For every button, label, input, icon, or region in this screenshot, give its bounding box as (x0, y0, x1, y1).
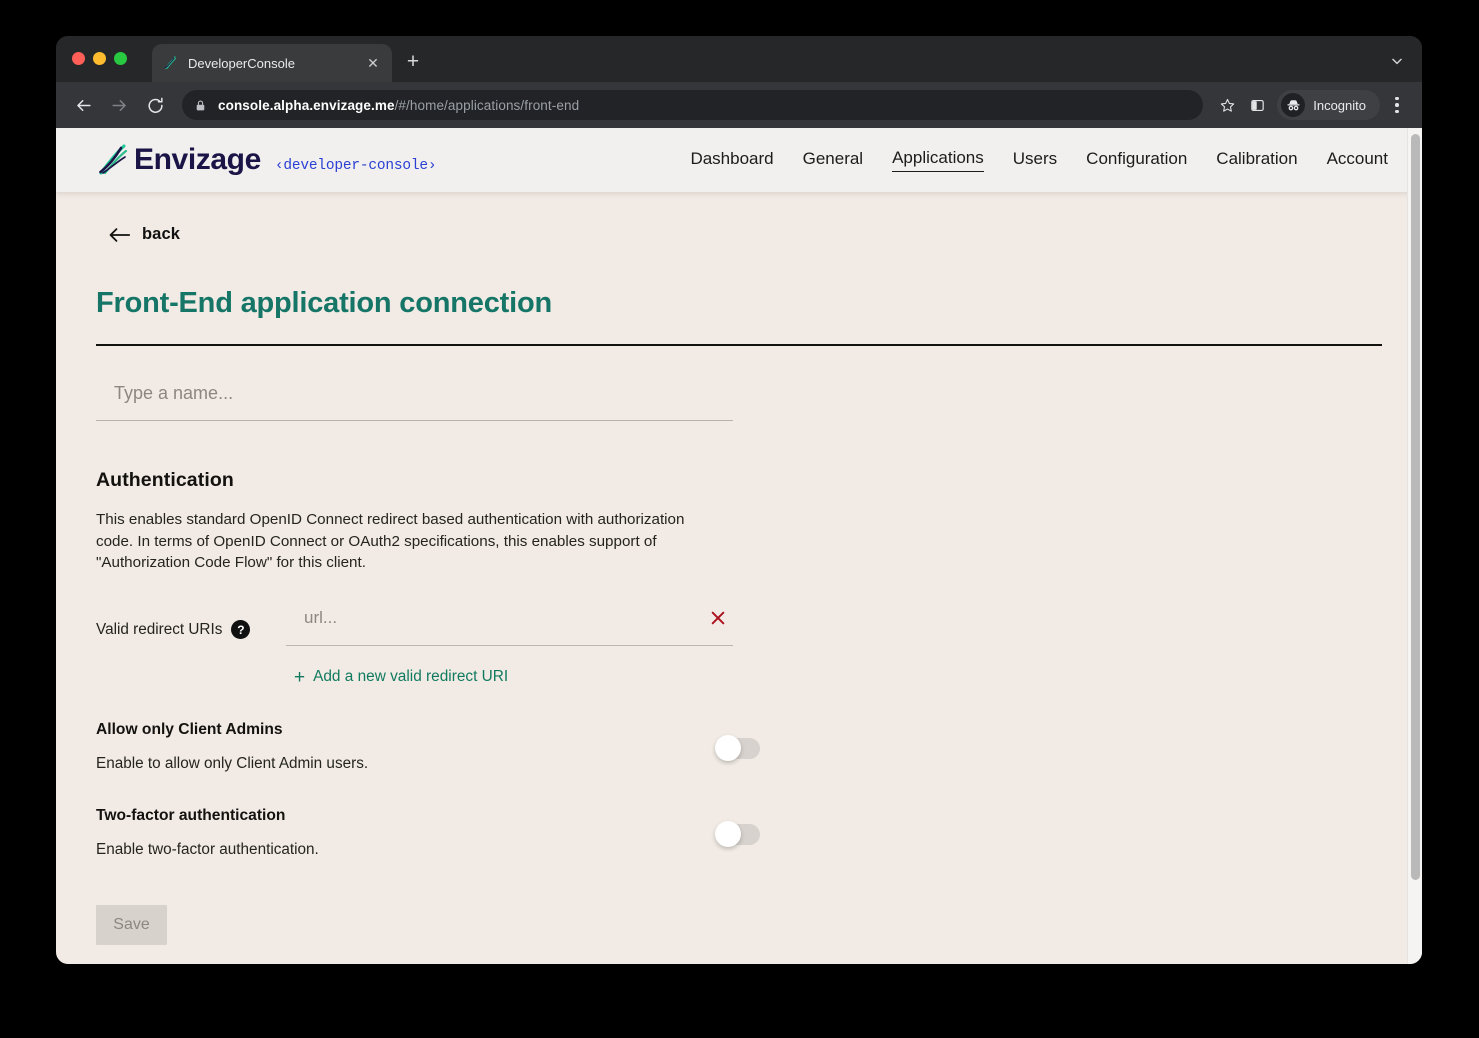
incognito-profile-chip[interactable]: Incognito (1277, 90, 1380, 120)
toggle-knob (715, 821, 741, 847)
client-admins-description: Enable to allow only Client Admin users. (96, 754, 369, 772)
kebab-menu-icon[interactable] (1384, 90, 1410, 120)
url-text: console.alpha.envizage.me/#/home/applica… (218, 98, 579, 113)
nav-item-configuration[interactable]: Configuration (1086, 149, 1187, 172)
client-admins-setting: Allow only Client Admins Enable to allow… (96, 720, 760, 773)
two-factor-toggle[interactable] (715, 821, 760, 847)
close-x-icon[interactable] (707, 607, 729, 629)
nav-item-dashboard[interactable]: Dashboard (690, 149, 773, 172)
browser-toolbar: console.alpha.envizage.me/#/home/applica… (56, 82, 1422, 128)
arrow-left-icon (108, 226, 131, 244)
add-redirect-uri-label: Add a new valid redirect URI (313, 668, 509, 685)
address-bar[interactable]: console.alpha.envizage.me/#/home/applica… (182, 90, 1204, 120)
profile-label: Incognito (1313, 97, 1366, 113)
incognito-icon (1281, 93, 1306, 117)
nav-item-calibration[interactable]: Calibration (1216, 149, 1297, 172)
toggle-knob (715, 735, 741, 761)
browser-forward-button[interactable] (104, 90, 134, 120)
nav-item-general[interactable]: General (803, 149, 863, 172)
chevron-down-icon[interactable] (1386, 50, 1408, 72)
tab-title: DeveloperConsole (188, 55, 295, 71)
browser-window: DeveloperConsole ✕ + console.alpha.enviz… (56, 36, 1422, 964)
minimize-window-button[interactable] (93, 52, 106, 65)
two-factor-setting: Two-factor authentication Enable two-fac… (96, 806, 760, 859)
save-button[interactable]: Save (96, 904, 167, 945)
nav-item-users[interactable]: Users (1013, 149, 1057, 172)
two-factor-description: Enable two-factor authentication. (96, 840, 319, 858)
back-link[interactable]: back (56, 192, 1422, 244)
window-controls (72, 52, 127, 65)
star-icon[interactable] (1213, 91, 1241, 119)
title-divider (96, 344, 1382, 346)
authentication-description: This enables standard OpenID Connect red… (96, 511, 685, 571)
redirect-uri-input[interactable] (304, 607, 707, 628)
brand[interactable]: Envizage ‹developer-console› (96, 143, 437, 177)
side-panel-icon[interactable] (1243, 91, 1271, 119)
new-tab-button[interactable]: + (400, 50, 426, 76)
maximize-window-button[interactable] (114, 52, 127, 65)
page-content: back Front-End application connection Au… (56, 192, 1422, 964)
page-scrollbar[interactable] (1407, 128, 1422, 964)
redirect-uri-label-group: Valid redirect URIs ? (96, 607, 286, 646)
lock-icon (194, 99, 207, 112)
url-path: /#/home/applications/front-end (394, 97, 580, 113)
back-label: back (142, 225, 181, 243)
close-icon[interactable]: ✕ (364, 54, 382, 72)
redirect-uri-row: Valid redirect URIs ? (96, 607, 1422, 646)
authentication-section-title: Authentication (96, 469, 234, 491)
add-redirect-uri-button[interactable]: + Add a new valid redirect URI (294, 668, 1422, 687)
plus-icon: + (294, 666, 306, 688)
name-input[interactable] (114, 383, 733, 404)
main-nav: Dashboard General Applications Users Con… (690, 148, 1422, 172)
browser-back-button[interactable] (68, 90, 98, 120)
two-factor-title: Two-factor authentication (96, 806, 286, 824)
client-admins-toggle[interactable] (715, 735, 760, 761)
application-name-field[interactable] (96, 383, 733, 421)
scrollbar-thumb[interactable] (1411, 134, 1420, 880)
page-title: Front-End application connection (96, 287, 552, 319)
browser-tab[interactable]: DeveloperConsole ✕ (152, 44, 392, 82)
url-host: console.alpha.envizage.me (218, 97, 395, 113)
envizage-leaf-icon (96, 143, 130, 177)
nav-item-applications[interactable]: Applications (892, 148, 984, 172)
question-mark-icon[interactable]: ? (231, 620, 251, 639)
redirect-uri-input-wrap[interactable] (286, 607, 733, 646)
nav-item-account[interactable]: Account (1327, 149, 1388, 172)
brand-name: Envizage (134, 143, 261, 176)
redirect-uri-label: Valid redirect URIs (96, 620, 223, 638)
browser-reload-button[interactable] (140, 90, 170, 120)
tab-strip: DeveloperConsole ✕ + (56, 36, 1422, 82)
page-viewport: Envizage ‹developer-console› Dashboard G… (56, 128, 1422, 964)
brand-subtitle: ‹developer-console› (274, 158, 437, 174)
app-header: Envizage ‹developer-console› Dashboard G… (56, 128, 1422, 192)
client-admins-title: Allow only Client Admins (96, 720, 283, 738)
envizage-leaf-icon (162, 55, 178, 71)
close-window-button[interactable] (72, 52, 85, 65)
